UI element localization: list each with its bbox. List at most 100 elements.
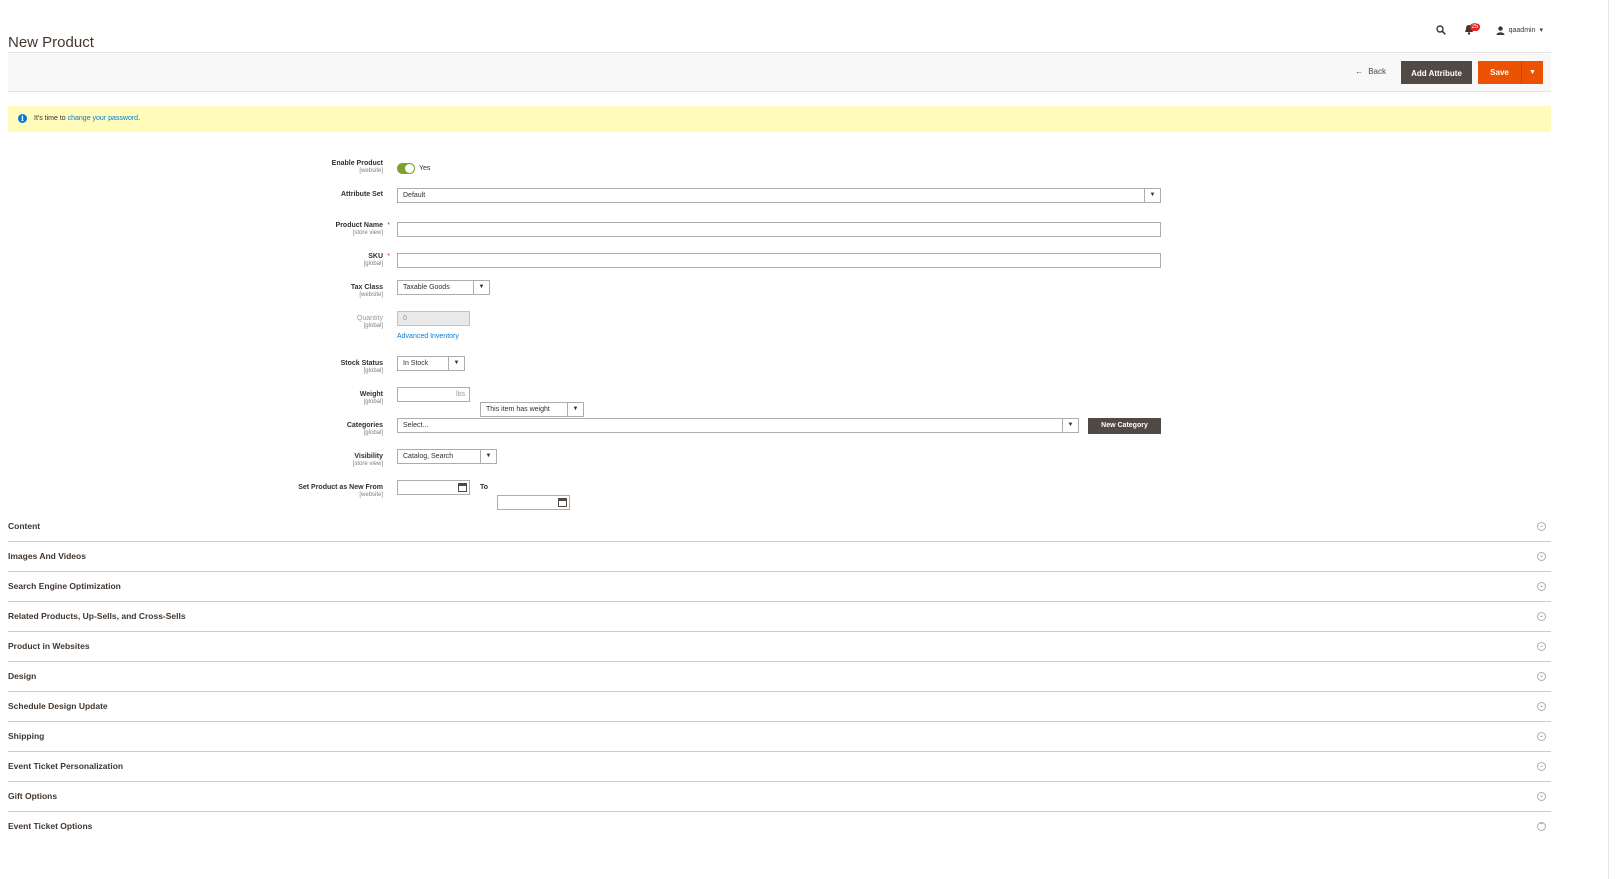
chevron-down-icon: ▼ <box>1062 419 1078 432</box>
section-title: Design <box>8 671 37 681</box>
header-divider <box>8 52 1551 53</box>
field-tax-class: Tax Class [website] Taxable Goods ▼ <box>0 280 1615 299</box>
section-title: Shipping <box>8 731 45 741</box>
chevron-up-icon: ⌃ <box>1537 822 1546 831</box>
username: qaadmin <box>1508 26 1536 34</box>
chevron-down-icon: ⌄ <box>1537 762 1546 771</box>
visibility-label: Visibility [store view] <box>352 453 383 467</box>
chevron-down-icon: ⌄ <box>1537 522 1546 531</box>
sku-label: SKU * [global] <box>363 253 390 267</box>
tax-class-label: Tax Class [website] <box>350 284 383 298</box>
product-name-input[interactable] <box>397 222 1161 237</box>
section-title: Search Engine Optimization <box>8 581 121 591</box>
back-label: Back <box>1368 67 1386 76</box>
field-stock-status: Stock Status [global] In Stock ▼ <box>0 356 1615 375</box>
save-options-toggle[interactable]: ▼ <box>1522 61 1543 84</box>
chevron-down-icon: ⌄ <box>1537 642 1546 651</box>
chevron-down-icon: ▾ <box>1539 27 1543 34</box>
advanced-inventory-link[interactable]: Advanced Inventory <box>397 333 459 340</box>
notification-count-badge: 25 <box>1469 23 1481 31</box>
section-event-ticket-personalization[interactable]: Event Ticket Personalization ⌄ <box>8 752 1551 782</box>
enable-product-value: Yes <box>419 165 431 173</box>
password-notice: i It's time to change your password. <box>8 106 1551 132</box>
change-password-link[interactable]: change your password <box>68 115 138 122</box>
back-button[interactable]: ← Back <box>1355 67 1386 76</box>
sku-input[interactable] <box>397 253 1161 268</box>
notice-text: It's time to change your password. <box>34 106 140 132</box>
weight-label: Weight [global] <box>359 391 383 405</box>
chevron-down-icon: ⌄ <box>1537 732 1546 741</box>
info-icon: i <box>18 114 27 123</box>
new-category-button[interactable]: New Category <box>1088 418 1161 434</box>
new-from-date-input[interactable] <box>397 480 470 495</box>
chevron-down-icon: ▼ <box>567 403 583 416</box>
section-design[interactable]: Design ⌄ <box>8 662 1551 692</box>
attribute-set-value: Default <box>403 192 426 199</box>
calendar-icon[interactable] <box>458 483 467 492</box>
chevron-down-icon: ▼ <box>1144 189 1160 202</box>
section-title: Gift Options <box>8 791 58 801</box>
calendar-icon[interactable] <box>558 498 567 507</box>
enable-product-toggle[interactable] <box>397 163 415 175</box>
collapsible-sections: Content ⌄ Images And Videos ⌄ Search Engin… <box>8 512 1551 842</box>
enable-product-label: Enable Product [website] <box>331 160 383 174</box>
quantity-input: 0 <box>397 311 470 326</box>
arrow-left-icon: ← <box>1355 67 1364 76</box>
notice-prefix: It's time to <box>34 115 68 122</box>
global-actions: 25 qaadmin ▾ <box>1435 23 1543 36</box>
visibility-value: Catalog, Search <box>403 453 454 460</box>
quantity-value: 0 <box>403 315 407 322</box>
section-content[interactable]: Content ⌄ <box>8 512 1551 542</box>
section-related-products[interactable]: Related Products, Up-Sells, and Cross-Se… <box>8 602 1551 632</box>
field-attribute-set: Attribute Set Default ▼ <box>0 188 1615 206</box>
section-seo[interactable]: Search Engine Optimization ⌄ <box>8 572 1551 602</box>
section-gift-options[interactable]: Gift Options ⌄ <box>8 782 1551 812</box>
quantity-label: Quantity [global] <box>356 315 383 329</box>
new-from-label: Set Product as New From [website] <box>298 484 383 498</box>
chevron-down-icon: ⌄ <box>1537 582 1546 591</box>
categories-placeholder: Select... <box>403 422 429 429</box>
section-event-ticket-options[interactable]: Event Ticket Options ⌃ <box>8 812 1551 842</box>
tax-class-select[interactable]: Taxable Goods ▼ <box>397 280 490 295</box>
categories-label: Categories [global] <box>346 422 383 436</box>
section-shipping[interactable]: Shipping ⌄ <box>8 722 1551 752</box>
attribute-set-label: Attribute Set <box>341 191 383 198</box>
user-menu[interactable]: qaadmin ▾ <box>1496 25 1543 35</box>
visibility-select[interactable]: Catalog, Search ▼ <box>397 449 497 464</box>
new-to-date-input[interactable] <box>497 495 570 510</box>
section-title: Event Ticket Personalization <box>8 761 124 771</box>
chevron-down-icon: ▼ <box>480 450 496 463</box>
chevron-down-icon: ▼ <box>473 281 489 294</box>
chevron-down-icon: ⌄ <box>1537 552 1546 561</box>
field-weight: Weight [global] lbs This item has weight … <box>0 387 1615 421</box>
has-weight-select[interactable]: This item has weight ▼ <box>480 402 584 417</box>
search-icon[interactable] <box>1435 25 1446 35</box>
product-name-label: Product Name * [store view] <box>335 222 390 236</box>
notifications-button[interactable]: 25 <box>1464 23 1481 36</box>
new-to-label: To <box>480 484 489 491</box>
user-icon <box>1496 25 1505 35</box>
weight-input[interactable]: lbs <box>397 387 470 402</box>
section-product-in-websites[interactable]: Product in Websites ⌄ <box>8 632 1551 662</box>
section-title: Related Products, Up-Sells, and Cross-Se… <box>8 611 186 621</box>
chevron-down-icon: ⌄ <box>1537 612 1546 621</box>
section-schedule-design-update[interactable]: Schedule Design Update ⌄ <box>8 692 1551 722</box>
section-images-and-videos[interactable]: Images And Videos ⌄ <box>8 542 1551 572</box>
section-title: Product in Websites <box>8 641 90 651</box>
save-button[interactable]: Save <box>1478 61 1522 84</box>
categories-select[interactable]: Select... ▼ <box>397 418 1079 433</box>
page-actions-bar: ← Back Add Attribute Save ▼ <box>8 54 1551 92</box>
field-visibility: Visibility [store view] Catalog, Search ▼ <box>0 449 1615 468</box>
stock-status-select[interactable]: In Stock ▼ <box>397 356 465 371</box>
chevron-down-icon: ⌄ <box>1537 702 1546 711</box>
caret-down-icon: ▼ <box>1529 69 1536 76</box>
section-title: Images And Videos <box>8 551 86 561</box>
page-title: New Product <box>8 34 94 52</box>
attribute-set-select[interactable]: Default ▼ <box>397 188 1161 203</box>
section-title: Schedule Design Update <box>8 701 108 711</box>
add-attribute-button[interactable]: Add Attribute <box>1401 61 1472 84</box>
chevron-down-icon: ▼ <box>448 357 464 370</box>
chevron-down-icon: ⌄ <box>1537 792 1546 801</box>
page-scrollbar[interactable] <box>1608 0 1615 879</box>
stock-status-label: Stock Status [global] <box>340 360 383 374</box>
